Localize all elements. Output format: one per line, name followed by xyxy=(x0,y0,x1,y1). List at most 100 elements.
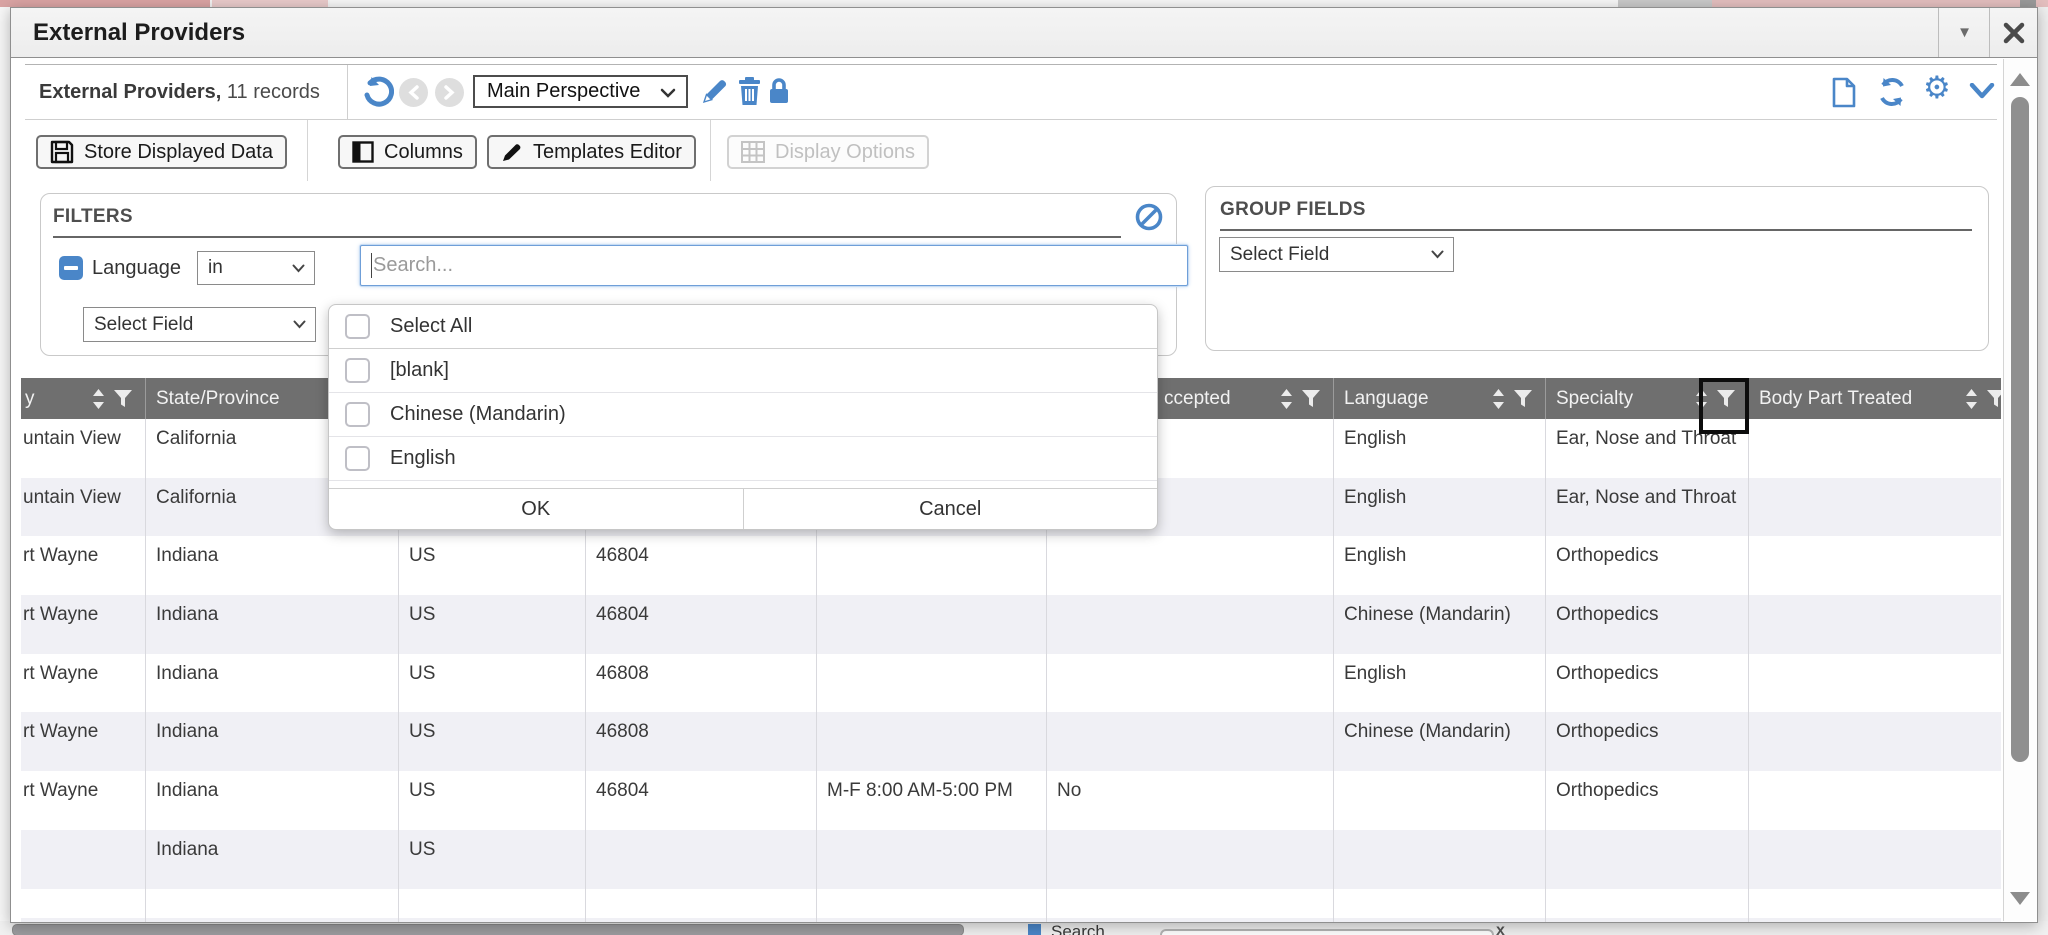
footer-input[interactable] xyxy=(1160,929,1494,935)
close-button[interactable] xyxy=(1989,8,2038,57)
records-title: External Providers, xyxy=(39,81,221,103)
table-cell: Ear, Nose and Throat xyxy=(1546,478,1749,537)
group-field-select[interactable]: Select Field xyxy=(1219,237,1454,272)
add-filter-field-select[interactable]: Select Field xyxy=(83,307,316,342)
table-cell: 46808 xyxy=(586,712,817,771)
checkbox-icon[interactable] xyxy=(345,358,370,383)
chevron-down-icon xyxy=(1969,83,1995,99)
checkbox-icon[interactable] xyxy=(345,402,370,427)
background-strip xyxy=(330,0,1618,7)
sort-icon[interactable] xyxy=(1492,389,1505,409)
search-input[interactable] xyxy=(360,245,1188,286)
table-cell xyxy=(1749,889,2001,918)
chevron-left-icon xyxy=(408,85,419,100)
add-filter-field-value: Select Field xyxy=(94,314,193,336)
column-header[interactable]: Language xyxy=(1334,378,1546,419)
no-filter-icon xyxy=(1134,202,1164,232)
divider xyxy=(307,120,308,181)
collapse-button[interactable] xyxy=(1969,83,1995,99)
dropdown-options: Select All [blank] Chinese (Mandarin) Engli… xyxy=(329,305,1157,481)
dropdown-option[interactable]: Chinese (Mandarin) xyxy=(329,393,1157,437)
settings-button[interactable]: ⚙ xyxy=(1923,73,1951,103)
remove-filter-button[interactable] xyxy=(59,256,83,280)
table-cell xyxy=(1334,830,1546,889)
filter-operator-select[interactable]: in xyxy=(197,251,315,285)
sort-icon[interactable] xyxy=(92,389,105,409)
table-cell xyxy=(21,918,146,923)
table-cell xyxy=(1334,889,1546,918)
refresh-button[interactable] xyxy=(1877,77,1907,107)
table-cell xyxy=(1047,536,1334,595)
checkbox-icon[interactable] xyxy=(345,314,370,339)
filter-icon[interactable] xyxy=(114,390,132,407)
table-cell xyxy=(817,595,1047,654)
table-cell: Orthopedics xyxy=(1546,536,1749,595)
footer-search-label: Search xyxy=(1051,922,1105,935)
filter-icon[interactable] xyxy=(1302,390,1320,407)
window-menu-button[interactable]: ▼ xyxy=(1938,8,1990,57)
table-cell: Indiana xyxy=(146,654,399,713)
table-cell xyxy=(1546,918,1749,923)
dropdown-option-label: Select All xyxy=(390,315,472,338)
dropdown-option-label: [blank] xyxy=(390,359,449,382)
table-cell: Orthopedics xyxy=(1546,771,1749,830)
column-header[interactable]: Body Part Treated xyxy=(1749,378,2001,419)
table-cell xyxy=(817,712,1047,771)
ok-button[interactable]: OK xyxy=(329,489,744,529)
divider xyxy=(710,120,711,181)
table-cell: Orthopedics xyxy=(1546,654,1749,713)
records-number: 11 records xyxy=(221,81,320,103)
table-cell: Orthopedics xyxy=(1546,712,1749,771)
table-cell xyxy=(1749,419,2001,478)
scroll-up-icon[interactable] xyxy=(2010,73,2030,86)
lock-icon xyxy=(767,77,791,105)
undo-button[interactable] xyxy=(361,76,394,109)
filter-icon[interactable] xyxy=(1514,390,1532,407)
table-cell xyxy=(586,918,817,923)
table-cell xyxy=(1334,771,1546,830)
footer-close-icon[interactable]: x xyxy=(1496,922,1505,935)
lock-perspective-button[interactable] xyxy=(767,77,791,105)
sort-icon[interactable] xyxy=(1965,389,1978,409)
table-row: rt WayneIndianaUS46804M-F 8:00 AM-5:00 P… xyxy=(21,771,2001,830)
cancel-button[interactable]: Cancel xyxy=(744,489,1158,529)
next-button xyxy=(435,78,464,107)
vertical-scrollbar[interactable] xyxy=(2003,59,2037,921)
delete-perspective-button[interactable] xyxy=(737,77,762,105)
action-bar: Store Displayed Data Columns Templates E… xyxy=(25,120,1997,181)
table-cell xyxy=(586,889,817,918)
table-cell xyxy=(1546,830,1749,889)
vertical-scrollbar-thumb[interactable] xyxy=(2011,97,2029,762)
clear-filters-button[interactable] xyxy=(1134,202,1164,232)
horizontal-scrollbar-thumb[interactable] xyxy=(12,924,964,935)
perspective-select[interactable]: Main Perspective xyxy=(473,75,688,108)
dropdown-option[interactable]: [blank] xyxy=(329,349,1157,393)
templates-editor-button[interactable]: Templates Editor xyxy=(487,135,696,169)
store-displayed-data-label: Store Displayed Data xyxy=(84,141,273,164)
table-cell: US xyxy=(399,771,586,830)
table-cell xyxy=(1047,830,1334,889)
filters-title: FILTERS xyxy=(53,206,133,227)
columns-button[interactable]: Columns xyxy=(338,135,477,169)
dropdown-option[interactable]: English xyxy=(329,437,1157,481)
column-header[interactable]: y xyxy=(21,378,146,419)
filter-value-dropdown: Select All [blank] Chinese (Mandarin) Engli… xyxy=(328,304,1158,530)
store-displayed-data-button[interactable]: Store Displayed Data xyxy=(36,135,287,169)
dropdown-option[interactable]: Select All xyxy=(329,305,1157,349)
chevron-right-icon xyxy=(444,85,455,100)
new-document-button[interactable] xyxy=(1831,77,1857,108)
dropdown-option-label: English xyxy=(390,447,456,470)
filter-icon[interactable] xyxy=(1987,390,2001,407)
table-cell: English xyxy=(1334,654,1546,713)
filter-operator-value: in xyxy=(208,257,223,279)
table-cell: untain View xyxy=(21,419,146,478)
sort-icon[interactable] xyxy=(1280,389,1293,409)
table-cell xyxy=(817,830,1047,889)
checkbox-icon[interactable] xyxy=(345,446,370,471)
table-cell xyxy=(21,830,146,889)
edit-perspective-button[interactable] xyxy=(701,77,729,105)
focused-filter-outline xyxy=(1699,378,1749,434)
chevron-down-icon xyxy=(1431,250,1444,259)
scroll-down-icon[interactable] xyxy=(2010,892,2030,905)
table-row: rt WayneIndianaUS46804EnglishOrthopedics xyxy=(21,536,2001,595)
